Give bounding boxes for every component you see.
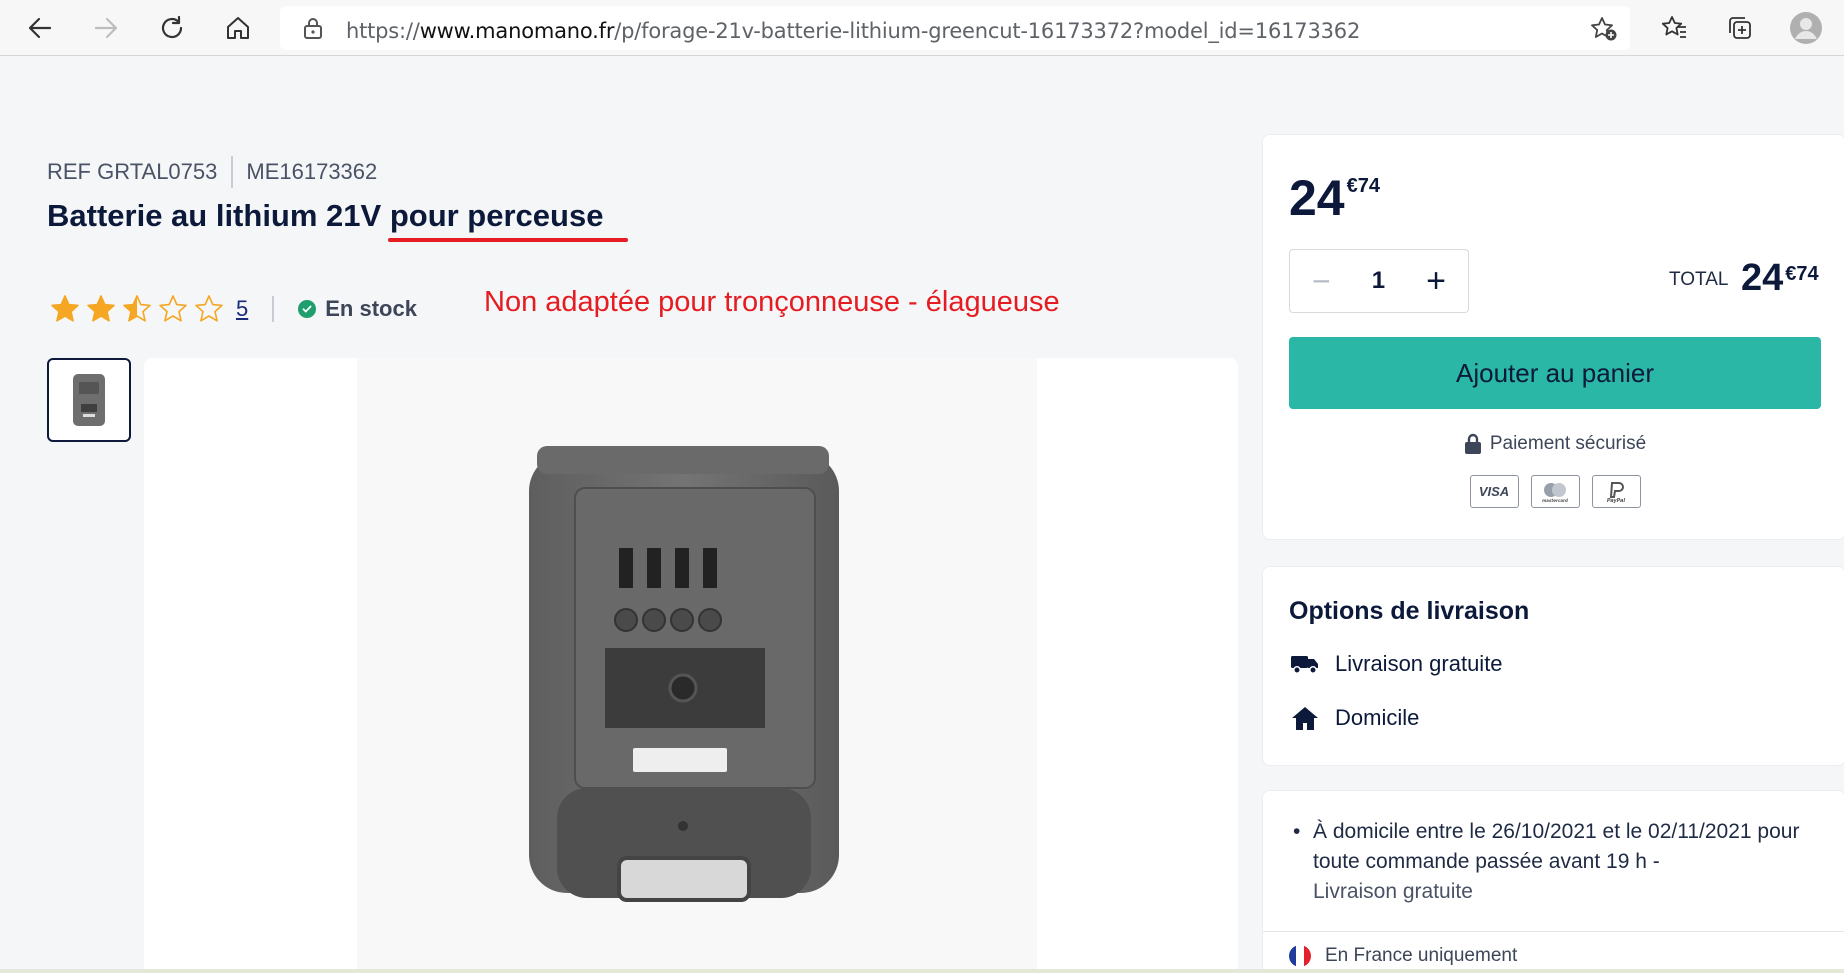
back-icon[interactable] xyxy=(20,8,60,48)
thumbnail-image[interactable] xyxy=(47,358,131,442)
increase-quantity-button[interactable]: + xyxy=(1426,262,1446,301)
stock-label: En stock xyxy=(325,296,417,321)
secure-payment-label: Paiement sécurisé xyxy=(1489,433,1647,454)
unit-price: 24 €74 xyxy=(1289,170,1380,226)
info-divider xyxy=(1263,931,1844,932)
favorites-icon[interactable] xyxy=(1654,8,1694,48)
rating-stars[interactable] xyxy=(50,294,230,324)
add-favorite-icon[interactable] xyxy=(1590,16,1618,47)
svg-text:mastercard: mastercard xyxy=(1542,498,1568,503)
collections-icon[interactable] xyxy=(1720,8,1760,48)
star-icon xyxy=(87,295,115,322)
decrease-quantity-button[interactable]: − xyxy=(1312,263,1331,300)
product-image-panel xyxy=(144,358,1238,973)
product-ref: REF GRTAL0753 xyxy=(47,159,218,184)
product-me-code: ME16173362 xyxy=(246,159,378,184)
mastercard-icon: mastercard xyxy=(1530,475,1580,508)
address-bar[interactable]: https://www.manomano.fr/p/forage-21v-bat… xyxy=(280,6,1630,50)
total-price: 24 €74 xyxy=(1741,257,1819,299)
free-delivery-option[interactable]: Livraison gratuite xyxy=(1289,651,1503,677)
ref-divider xyxy=(231,156,234,188)
price-card: 24 €74 − 1 + TOTAL 24 €74 Ajouter au panie… xyxy=(1262,134,1844,540)
forward-icon[interactable] xyxy=(86,8,126,48)
delivery-date-info: À domicile entre le 26/10/2021 et le 02/… xyxy=(1289,817,1819,907)
france-only-label: En France uniquement xyxy=(1325,945,1518,966)
home-delivery-label: Domicile xyxy=(1335,705,1420,730)
product-image[interactable] xyxy=(357,358,1037,973)
lock-icon[interactable] xyxy=(302,16,324,45)
star-icon xyxy=(123,295,151,322)
delivery-options-card: Options de livraison Livraison gratuite … xyxy=(1262,566,1844,766)
rating-divider xyxy=(272,296,275,322)
free-delivery-label: Livraison gratuite xyxy=(1335,651,1503,676)
home-delivery-option[interactable]: Domicile xyxy=(1289,705,1419,731)
reference-line: REF GRTAL0753 ME16173362 xyxy=(47,156,377,188)
annotation-underline xyxy=(388,238,628,242)
truck-icon xyxy=(1289,653,1321,675)
star-icon xyxy=(159,295,187,322)
quantity-stepper[interactable]: − 1 + xyxy=(1289,249,1469,313)
profile-icon[interactable] xyxy=(1786,8,1826,48)
add-to-cart-button[interactable]: Ajouter au panier xyxy=(1289,337,1821,409)
france-flag-icon xyxy=(1289,945,1311,967)
stock-status: En stock xyxy=(298,296,417,322)
browser-toolbar: https://www.manomano.fr/p/forage-21v-bat… xyxy=(0,0,1844,56)
total-label: TOTAL xyxy=(1669,269,1729,290)
secure-payment: Paiement sécurisé xyxy=(1263,433,1844,455)
star-icon xyxy=(195,295,223,322)
bottom-strip xyxy=(0,969,1844,973)
url-text: https://www.manomano.fr/p/forage-21v-bat… xyxy=(346,19,1361,43)
house-icon xyxy=(1289,705,1321,731)
review-count-link[interactable]: 5 xyxy=(236,296,248,322)
delivery-title: Options de livraison xyxy=(1289,597,1530,625)
svg-text:PayPal: PayPal xyxy=(1607,498,1626,504)
home-icon[interactable] xyxy=(218,8,258,48)
delivery-info-card: À domicile entre le 26/10/2021 et le 02/… xyxy=(1262,790,1844,973)
france-only-note: En France uniquement xyxy=(1289,945,1517,967)
payment-methods: VISA mastercard PayPal xyxy=(1263,475,1844,508)
visa-icon: VISA xyxy=(1469,475,1519,508)
product-title: Batterie au lithium 21V pour perceuse xyxy=(47,198,604,233)
rating-row: 5 En stock xyxy=(50,294,417,324)
reload-icon[interactable] xyxy=(152,8,192,48)
paypal-icon: PayPal xyxy=(1591,475,1641,508)
quantity-value[interactable]: 1 xyxy=(1372,267,1385,295)
star-icon xyxy=(51,295,79,322)
padlock-icon xyxy=(1464,433,1482,455)
check-icon xyxy=(298,300,317,318)
red-annotation: Non adaptée pour tronçonneuse - élagueus… xyxy=(484,286,1060,318)
